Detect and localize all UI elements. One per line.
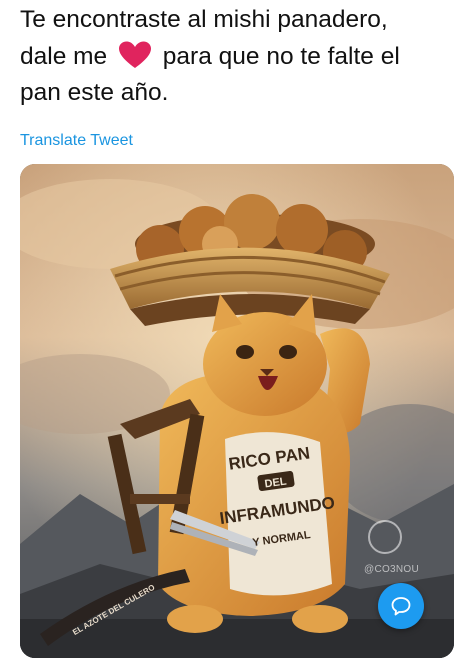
panadero-cat-illustration: RICO PAN DEL INFRAMUNDO Y NORMAL EL AZOT… [20,164,454,658]
tweet-line-2-end: para que no te falte el [162,42,400,70]
artist-logo [368,520,402,554]
artist-handle: @CO3NOU [364,564,420,575]
tweet-image[interactable]: RICO PAN DEL INFRAMUNDO Y NORMAL EL AZOT… [20,164,454,658]
tweet-text: Te encontraste al mishi panadero, dale m… [20,2,460,112]
tweet-line-2: dale me para que no te falte el [20,39,460,76]
reply-button[interactable] [378,583,424,629]
tweet-line-2-start: dale me [20,42,108,70]
speech-bubble-icon [391,597,411,616]
tweet-line-1: Te encontraste al mishi panadero, [20,6,388,33]
tweet-line-3: pan este año. [20,79,169,106]
translate-tweet-link[interactable]: Translate Tweet [20,131,133,151]
heart-icon [118,41,151,68]
